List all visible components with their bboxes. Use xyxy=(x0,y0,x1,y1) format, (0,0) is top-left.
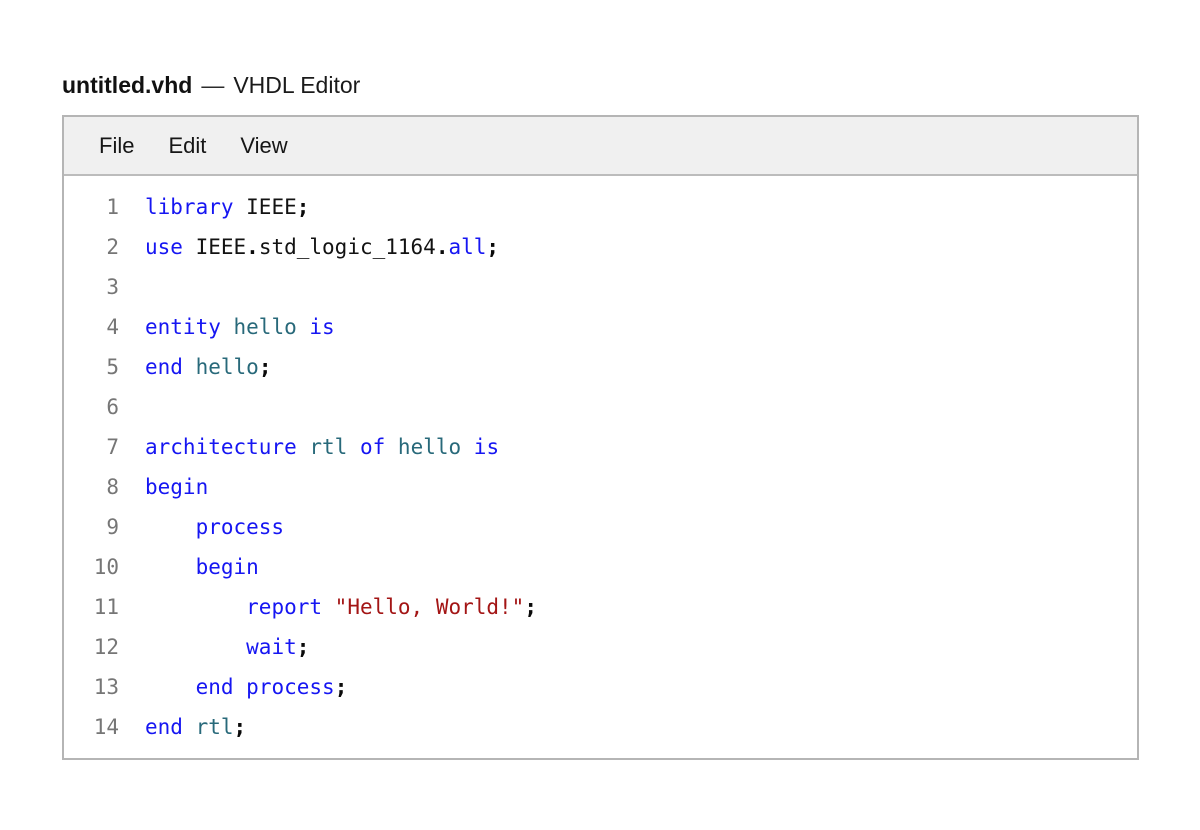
line-number: 2 xyxy=(64,227,119,267)
code-line[interactable]: 8 begin xyxy=(64,467,1137,507)
code-line[interactable]: 10 begin xyxy=(64,547,1137,587)
code-line[interactable]: 6 xyxy=(64,387,1137,427)
code-text: wait; xyxy=(145,627,309,667)
line-number: 11 xyxy=(64,587,119,627)
code-line[interactable]: 3 xyxy=(64,267,1137,307)
window-title-separator: — xyxy=(201,72,224,98)
code-text: end hello; xyxy=(145,347,271,387)
menu-item-view[interactable]: View xyxy=(238,129,289,163)
code-line[interactable]: 2 use IEEE.std_logic_1164.all; xyxy=(64,227,1137,267)
menu-item-file[interactable]: File xyxy=(97,129,136,163)
code-line[interactable]: 14 end rtl; xyxy=(64,707,1137,747)
line-number: 13 xyxy=(64,667,119,707)
code-line[interactable]: 9 process xyxy=(64,507,1137,547)
line-number: 3 xyxy=(64,267,119,307)
code-text: entity hello is xyxy=(145,307,335,347)
code-text: process xyxy=(145,507,284,547)
window-title-app: VHDL Editor xyxy=(233,72,360,98)
line-number: 14 xyxy=(64,707,119,747)
code-text: architecture rtl of hello is xyxy=(145,427,499,467)
code-text: report "Hello, World!"; xyxy=(145,587,537,627)
code-text: end rtl; xyxy=(145,707,246,747)
line-number: 6 xyxy=(64,387,119,427)
line-number: 12 xyxy=(64,627,119,667)
line-number: 10 xyxy=(64,547,119,587)
vhdl-editor-window: File Edit View 1 library IEEE; 2 use IEEE.std… xyxy=(62,115,1139,760)
code-text: use IEEE.std_logic_1164.all; xyxy=(145,227,499,267)
line-number: 7 xyxy=(64,427,119,467)
code-text: begin xyxy=(145,467,208,507)
window-title-filename: untitled.vhd xyxy=(62,72,192,98)
line-number: 8 xyxy=(64,467,119,507)
code-line[interactable]: 4 entity hello is xyxy=(64,307,1137,347)
code-text: begin xyxy=(145,547,259,587)
line-number: 1 xyxy=(64,187,119,227)
code-editor[interactable]: 1 library IEEE; 2 use IEEE.std_logic_1164.a… xyxy=(64,176,1137,759)
code-line[interactable]: 12 wait; xyxy=(64,627,1137,667)
code-text: end process; xyxy=(145,667,347,707)
code-line[interactable]: 5 end hello; xyxy=(64,347,1137,387)
line-number: 9 xyxy=(64,507,119,547)
line-number: 4 xyxy=(64,307,119,347)
code-text: library IEEE; xyxy=(145,187,309,227)
code-line[interactable]: 11 report "Hello, World!"; xyxy=(64,587,1137,627)
code-line[interactable]: 13 end process; xyxy=(64,667,1137,707)
code-line[interactable]: 1 library IEEE; xyxy=(64,187,1137,227)
menu-item-edit[interactable]: Edit xyxy=(166,129,208,163)
code-line[interactable]: 7 architecture rtl of hello is xyxy=(64,427,1137,467)
line-number: 5 xyxy=(64,347,119,387)
window-title: untitled.vhd — VHDL Editor xyxy=(62,72,360,99)
menu-bar: File Edit View xyxy=(64,117,1137,176)
